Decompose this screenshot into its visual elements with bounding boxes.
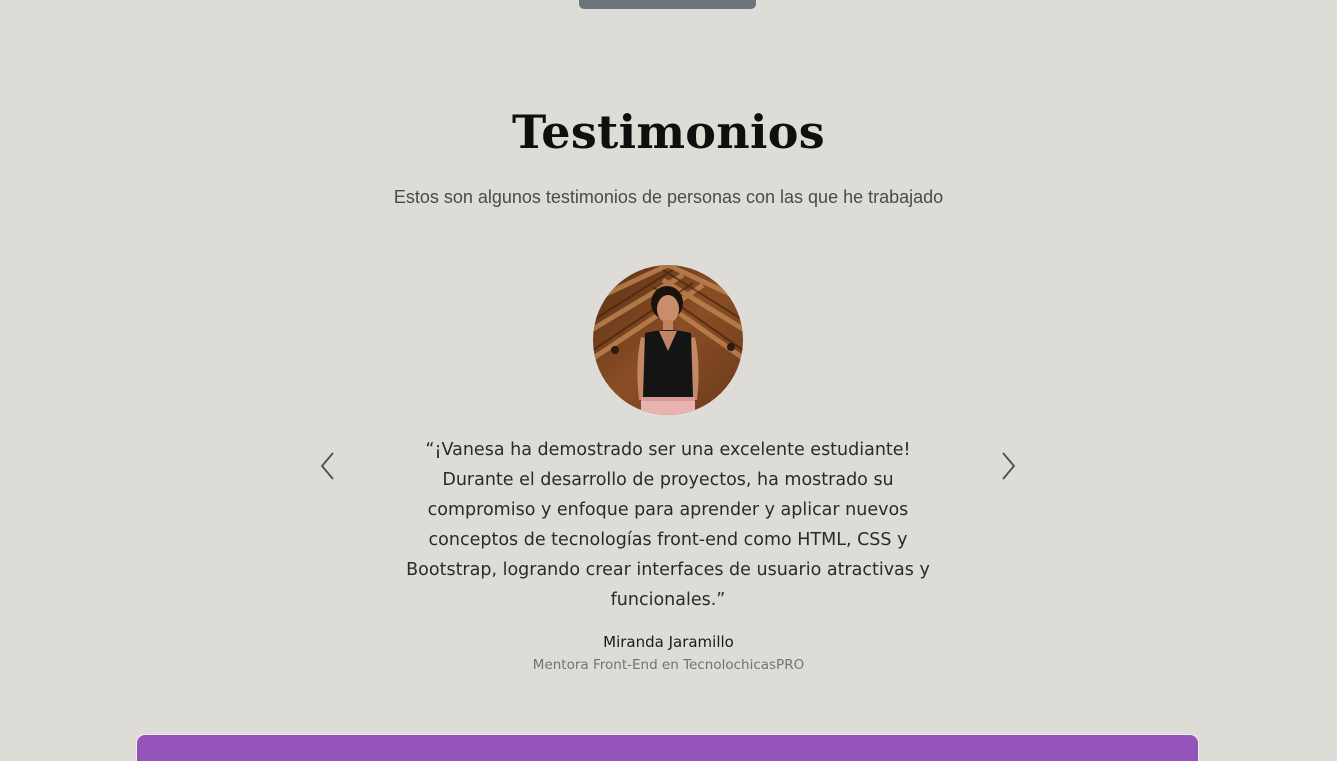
person-photo xyxy=(593,265,743,415)
testimonial-avatar xyxy=(593,265,743,415)
next-section-card xyxy=(137,735,1198,761)
section-subtitle: Estos son algunos testimonios de persona… xyxy=(393,187,944,207)
page: Testimonios Estos son algunos testimonio… xyxy=(0,0,1337,761)
section-title: Testimonios xyxy=(512,105,825,159)
carousel-next-button[interactable] xyxy=(990,448,1026,484)
testimonial-quote: “¡Vanesa ha demostrado ser una excelente… xyxy=(406,440,930,610)
chevron-right-icon xyxy=(1002,452,1016,480)
testimonial-role: Mentora Front-End en TecnolochicasPRO xyxy=(532,657,805,673)
testimonial-author: Miranda Jaramillo xyxy=(603,633,734,651)
top-tab[interactable] xyxy=(579,0,756,9)
chevron-left-icon xyxy=(320,452,334,480)
carousel-prev-button[interactable] xyxy=(310,448,346,484)
